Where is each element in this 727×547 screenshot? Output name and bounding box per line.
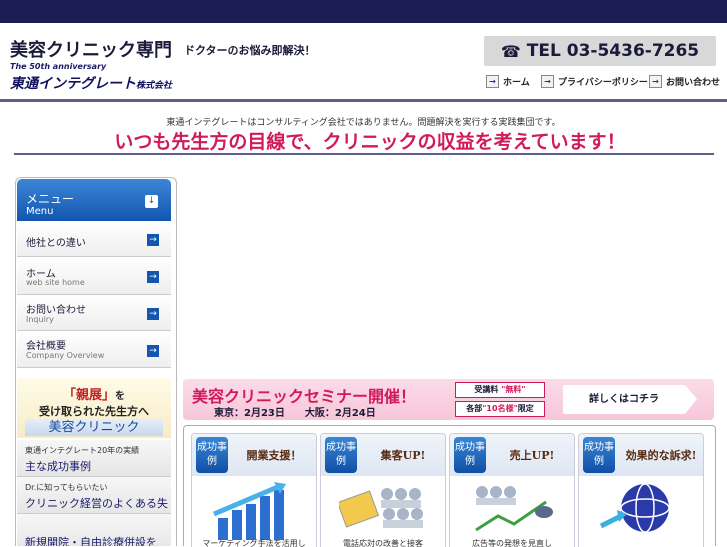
case-title: 売上UP! bbox=[509, 449, 555, 462]
capacity-suffix: 限定 bbox=[517, 404, 534, 413]
phone-icon: ☎ bbox=[500, 41, 521, 61]
seminar-details-button[interactable]: 詳しくはコチラ bbox=[563, 385, 685, 414]
nav-privacy-label: プライバシーポリシー bbox=[558, 78, 648, 88]
site-subtitle: ドクターのお悩み即解決！ bbox=[184, 44, 316, 57]
banner-line-2: 受け取られた先生方へ bbox=[39, 405, 149, 418]
sidebar-item-company[interactable]: 会社概要 Company Overview → bbox=[17, 331, 171, 368]
arrow-right-icon: → bbox=[147, 234, 159, 246]
case-badge: 成功事例 bbox=[325, 437, 357, 473]
sidebar-item-inquiry[interactable]: お問い合わせ Inquiry → bbox=[17, 295, 171, 331]
seminar-capacity: 各部"10名様"限定 bbox=[455, 401, 545, 417]
menu-subtitle: Menu bbox=[26, 206, 54, 217]
tagline-divider bbox=[14, 153, 714, 155]
case-card-appeal[interactable]: 成功事例 効果的な訴求! bbox=[578, 433, 704, 547]
chevron-down-icon: ↓ bbox=[145, 195, 158, 208]
nav-contact[interactable]: → お問い合わせ bbox=[649, 74, 720, 89]
tagline-main: いつも先生方の目線で、クリニックの収益を考えています！ bbox=[114, 131, 626, 153]
nav-home-label: ホーム bbox=[503, 78, 530, 88]
sidebar-item-sublabel: web site home bbox=[26, 278, 85, 287]
case-title: 開業支援！ bbox=[246, 449, 302, 462]
seminar-banner[interactable]: 美容クリニックセミナー開催！ 東京：2月23日 大阪：2月24日 受講料 "無料… bbox=[183, 379, 714, 420]
success-cases-panel: 成功事例 開業支援！ マーケティング手法を活用し 成功事例 集客UP! 電話応対… bbox=[183, 425, 716, 547]
banner-line-3: 美容クリニック bbox=[25, 419, 163, 436]
company-name: 東通インテグレート bbox=[10, 76, 136, 92]
globe-icon bbox=[599, 483, 670, 533]
anniversary-text: The 50th anniversary bbox=[10, 62, 107, 71]
success-cases-banner[interactable]: 東通インテグレート20年の実績 主な成功事例 bbox=[17, 440, 171, 477]
arrow-right-icon: → bbox=[541, 75, 554, 88]
case-caption: 電話応対の改善と接客 bbox=[343, 539, 423, 547]
sales-growth-icon bbox=[475, 486, 553, 532]
arrow-right-icon: → bbox=[649, 75, 662, 88]
new-opening-banner[interactable]: 新規開院・自由診療併設を bbox=[17, 514, 171, 546]
nav-privacy[interactable]: → プライバシーポリシー bbox=[541, 74, 648, 89]
header-divider bbox=[0, 99, 727, 102]
seminar-fee: 受講料 "無料" bbox=[455, 382, 545, 398]
site-title[interactable]: 美容クリニック専門 bbox=[10, 36, 172, 62]
case-card-sales[interactable]: 成功事例 売上UP! 広告等の発想を見直し bbox=[449, 433, 575, 547]
menu-header: メニュー Menu ↓ bbox=[17, 179, 171, 221]
case-card-opening[interactable]: 成功事例 開業支援！ マーケティング手法を活用し bbox=[191, 433, 317, 547]
banner-particle: を bbox=[115, 391, 125, 402]
menu-title: メニュー bbox=[26, 192, 75, 206]
common-failures-banner[interactable]: Dr.に知ってもらいたい クリニック経営のよくある失敗 bbox=[17, 477, 171, 526]
banner-line-1: 「親展」を bbox=[17, 384, 171, 403]
sidebar-item-home[interactable]: ホーム web site home → bbox=[17, 257, 171, 295]
company-suffix: 株式会社 bbox=[136, 81, 173, 91]
banner-small-text: Dr.に知ってもらいたい bbox=[25, 483, 108, 492]
seminar-dates: 東京：2月23日 大阪：2月24日 bbox=[214, 408, 376, 419]
case-badge: 成功事例 bbox=[196, 437, 228, 473]
arrow-right-icon: → bbox=[147, 345, 159, 357]
sidebar-item-sublabel: Company Overview bbox=[26, 351, 105, 360]
case-card-customers[interactable]: 成功事例 集客UP! 電話応対の改善と接客 bbox=[320, 433, 446, 547]
nav-contact-label: お問い合わせ bbox=[666, 78, 721, 88]
arrow-right-icon: → bbox=[486, 75, 499, 88]
case-badge: 成功事例 bbox=[454, 437, 486, 473]
banner-small-text: 東通インテグレート20年の実績 bbox=[25, 446, 140, 455]
arrow-right-icon: → bbox=[147, 308, 159, 320]
case-caption: マーケティング手法を活用し bbox=[202, 539, 306, 547]
case-badge: 成功事例 bbox=[583, 437, 615, 473]
capacity-label: 各部 bbox=[466, 404, 483, 413]
arrow-tip-icon bbox=[685, 385, 697, 414]
company-logo[interactable]: 東通インテグレート株式会社 bbox=[10, 73, 172, 93]
sidebar-item-sublabel: Inquiry bbox=[26, 315, 54, 324]
sidebar-item-label: お問い合わせ bbox=[26, 305, 86, 316]
fee-label: 受講料 bbox=[474, 385, 499, 394]
fee-value: "無料" bbox=[501, 385, 526, 394]
top-bar bbox=[0, 0, 727, 23]
phone-number: TEL 03-5436-7265 bbox=[526, 41, 700, 61]
banner-keyword: 「親展」 bbox=[62, 388, 115, 403]
confidential-letter-banner[interactable]: 「親展」を 受け取られた先生方へ 美容クリニック bbox=[17, 378, 171, 438]
arrow-right-icon: → bbox=[147, 271, 159, 283]
sidebar-item-difference[interactable]: 他社との違い → bbox=[17, 223, 171, 257]
sidebar: メニュー Menu ↓ 他社との違い → ホーム web site home →… bbox=[15, 177, 177, 546]
sidebar-item-label: 会社概要 bbox=[26, 341, 66, 352]
bar-chart-icon bbox=[213, 482, 286, 540]
phone-number-box[interactable]: ☎ TEL 03-5436-7265 bbox=[484, 36, 716, 66]
banner-big-text: 主な成功事例 bbox=[25, 460, 91, 473]
banner-big-text: 新規開院・自由診療併設を bbox=[25, 536, 157, 546]
capacity-value: "10名様" bbox=[482, 404, 518, 413]
sidebar-item-label: 他社との違い bbox=[26, 238, 86, 249]
case-title: 集客UP! bbox=[380, 449, 426, 462]
customers-icon bbox=[339, 488, 423, 528]
case-title: 効果的な訴求! bbox=[625, 449, 697, 462]
case-caption: 広告等の発想を見直し bbox=[472, 539, 552, 547]
nav-home[interactable]: → ホーム bbox=[486, 74, 530, 89]
